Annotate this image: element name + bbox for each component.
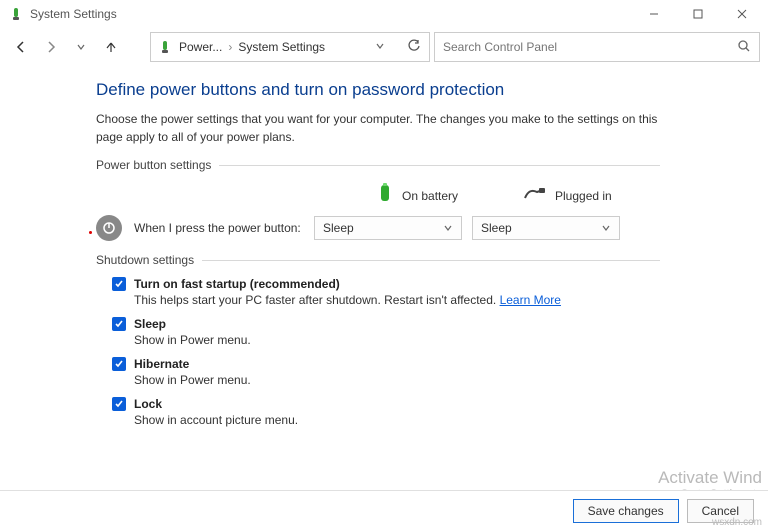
- window-title: System Settings: [30, 7, 117, 21]
- back-button[interactable]: [8, 34, 34, 60]
- option-fast-startup: Turn on fast startup (recommended) This …: [112, 277, 660, 307]
- search-box[interactable]: [434, 32, 760, 62]
- plug-icon: [523, 186, 547, 205]
- option-label: Turn on fast startup (recommended): [134, 277, 340, 291]
- up-button[interactable]: [98, 34, 124, 60]
- option-sub: Show in Power menu.: [134, 333, 660, 347]
- select-battery-action[interactable]: Sleep: [314, 216, 462, 240]
- select-plugged-action[interactable]: Sleep: [472, 216, 620, 240]
- maximize-button[interactable]: [676, 0, 720, 28]
- col-battery-label: On battery: [402, 189, 458, 203]
- content-area: Define power buttons and turn on passwor…: [0, 66, 660, 427]
- checkbox-fast-startup[interactable]: [112, 277, 126, 291]
- breadcrumb-item-1[interactable]: Power...: [179, 40, 222, 54]
- page-heading: Define power buttons and turn on passwor…: [96, 80, 660, 100]
- section-power-button: Power button settings: [96, 158, 660, 172]
- chevron-down-icon[interactable]: [375, 40, 385, 54]
- forward-button[interactable]: [38, 34, 64, 60]
- footer-bar: Save changes Cancel: [0, 490, 768, 530]
- option-sub: This helps start your PC faster after sh…: [134, 293, 660, 307]
- col-on-battery: On battery: [376, 182, 513, 209]
- option-lock: Lock Show in account picture menu.: [112, 397, 660, 427]
- titlebar: System Settings: [0, 0, 768, 28]
- chevron-down-icon: [601, 223, 611, 233]
- close-button[interactable]: [720, 0, 764, 28]
- battery-icon: [376, 182, 394, 209]
- section-shutdown: Shutdown settings: [96, 253, 660, 267]
- col-plugged-in: Plugged in: [523, 186, 660, 205]
- option-sub: Show in Power menu.: [134, 373, 660, 387]
- search-icon[interactable]: [737, 39, 751, 56]
- save-button[interactable]: Save changes: [573, 499, 679, 523]
- chevron-down-icon: [443, 223, 453, 233]
- checkbox-lock[interactable]: [112, 397, 126, 411]
- option-label: Hibernate: [134, 357, 189, 371]
- option-sub: Show in account picture menu.: [134, 413, 660, 427]
- checkbox-hibernate[interactable]: [112, 357, 126, 371]
- section-label: Power button settings: [96, 158, 211, 172]
- battery-icon: [157, 39, 173, 55]
- address-bar[interactable]: Power... › System Settings: [150, 32, 430, 62]
- option-sleep: Sleep Show in Power menu.: [112, 317, 660, 347]
- chevron-right-icon: ›: [228, 40, 232, 54]
- recent-dropdown[interactable]: [68, 34, 94, 60]
- search-input[interactable]: [443, 40, 737, 54]
- minimize-button[interactable]: [632, 0, 676, 28]
- section-label: Shutdown settings: [96, 253, 194, 267]
- option-label: Sleep: [134, 317, 166, 331]
- refresh-button[interactable]: [407, 39, 421, 56]
- col-plugged-label: Plugged in: [555, 189, 612, 203]
- select-value: Sleep: [323, 221, 354, 235]
- page-description: Choose the power settings that you want …: [96, 110, 660, 146]
- power-button-row: When I press the power button: Sleep Sle…: [96, 215, 660, 241]
- option-hibernate: Hibernate Show in Power menu.: [112, 357, 660, 387]
- attribution-text: wsxdn.com: [712, 517, 762, 528]
- power-row-label: When I press the power button:: [134, 221, 304, 235]
- learn-more-link[interactable]: Learn More: [500, 293, 561, 307]
- marker-dot: [89, 231, 92, 234]
- select-value: Sleep: [481, 221, 512, 235]
- nav-toolbar: Power... › System Settings: [0, 28, 768, 66]
- app-icon: [8, 6, 24, 22]
- column-headers: On battery Plugged in: [376, 182, 660, 209]
- option-label: Lock: [134, 397, 162, 411]
- power-icon: [96, 215, 122, 241]
- breadcrumb-item-2[interactable]: System Settings: [238, 40, 325, 54]
- checkbox-sleep[interactable]: [112, 317, 126, 331]
